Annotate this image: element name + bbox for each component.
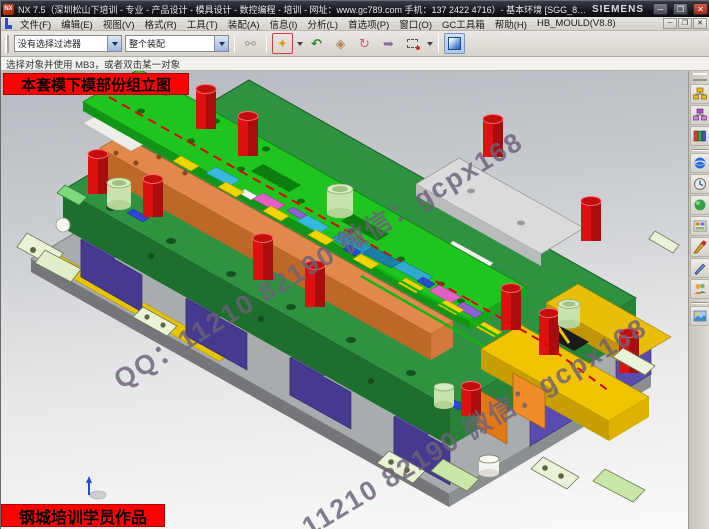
maximize-button[interactable]: ❐ (673, 3, 688, 15)
prompt-text: 选择对象并使用 MB3，或者双击某一对象 (6, 57, 180, 71)
type-filter-dropdown[interactable] (107, 36, 121, 51)
menu-edit[interactable]: 编辑(E) (56, 17, 98, 31)
nx-application-window: NX NX 7.5（深圳松山下培训 - 专业 - 产品设计 - 模具设计 - 数… (0, 0, 709, 529)
history-icon[interactable] (690, 174, 709, 194)
rectangle-select-dropdown-caret[interactable] (427, 42, 433, 46)
menu-analysis[interactable]: 分析(L) (302, 17, 343, 31)
cad-scene[interactable] (1, 71, 688, 529)
assembly-navigator-icon[interactable] (690, 84, 709, 104)
spring (88, 150, 108, 195)
sidebar-separator (692, 302, 708, 304)
resource-bar-grip[interactable] (693, 73, 707, 81)
minimize-button[interactable]: ─ (653, 3, 668, 15)
menu-gc-toolbox[interactable]: GC工具箱 (437, 17, 490, 31)
image-icon[interactable] (690, 306, 709, 326)
pan-view-icon[interactable]: ➥ (378, 33, 399, 54)
menu-tools[interactable]: 工具(T) (182, 17, 223, 31)
find-component-icon[interactable]: ⚯ (240, 33, 261, 54)
graphics-viewport[interactable]: QQ：11210 82190 微信：gcpx168 QQ：11210 82190… (1, 71, 688, 529)
materials-icon[interactable] (690, 237, 709, 257)
menu-format[interactable]: 格式(R) (139, 17, 181, 31)
menu-window[interactable]: 窗口(O) (394, 17, 437, 31)
toolbar-separator (234, 35, 235, 53)
menu-information[interactable]: 信息(I) (265, 17, 303, 31)
nx-app-icon: NX (3, 4, 14, 15)
rectangle-select-icon[interactable] (402, 33, 423, 54)
spring (238, 112, 258, 157)
part-icon (4, 18, 13, 29)
spring (305, 261, 325, 308)
menu-preferences[interactable]: 首选项(P) (343, 17, 394, 31)
type-filter-value: 没有选择过滤器 (15, 37, 84, 50)
selection-scope-combo[interactable]: 整个装配 (125, 35, 229, 52)
part-navigator-icon[interactable] (690, 126, 709, 146)
menu-help[interactable]: 帮助(H) (490, 17, 532, 31)
wcs-triad[interactable] (86, 476, 106, 499)
resource-bar (688, 71, 709, 529)
title-bar: NX NX 7.5（深圳松山下培训 - 专业 - 产品设计 - 模具设计 - 数… (1, 1, 709, 17)
menu-assemblies[interactable]: 装配(A) (223, 17, 265, 31)
child-minimize-button[interactable]: ─ (663, 18, 677, 29)
selection-toolbar: 没有选择过滤器 整个装配 ⚯ ✦ ↶ ◈ ↻ ➥ (1, 31, 709, 57)
prompt-bar: 选择对象并使用 MB3，或者双击某一对象 (1, 57, 709, 71)
system-scenes-icon[interactable] (690, 195, 709, 215)
people-icon[interactable] (690, 279, 709, 299)
spring (483, 115, 503, 158)
selection-scope-value: 整个装配 (126, 37, 168, 50)
rotate-view-icon[interactable]: ↻ (354, 33, 375, 54)
close-button[interactable]: ✕ (693, 3, 708, 15)
shaded-view-icon[interactable] (444, 33, 465, 54)
menu-hb-mould[interactable]: HB_MOULD(V8.8) (532, 18, 621, 29)
menu-view[interactable]: 视图(V) (98, 17, 140, 31)
spring (253, 234, 273, 281)
spring (196, 85, 216, 130)
selection-scope-dropdown[interactable] (214, 36, 228, 51)
spring (461, 382, 481, 417)
constraint-navigator-icon[interactable] (690, 105, 709, 125)
top-annotation-banner: 本套模下模部份组立图 (3, 73, 189, 95)
menu-bar: 文件(F) 编辑(E) 视图(V) 格式(R) 工具(T) 装配(A) 信息(I… (1, 17, 709, 31)
internet-icon[interactable] (690, 153, 709, 173)
bottom-annotation-banner: 钢城培训学员作品 (1, 504, 165, 527)
touch-icon[interactable] (690, 258, 709, 278)
child-restore-button[interactable]: ❐ (678, 18, 692, 29)
spring (143, 175, 163, 218)
toolbar-separator (266, 35, 267, 53)
child-close-button[interactable]: ✕ (693, 18, 707, 29)
toolbar-separator (438, 35, 439, 53)
sidebar-separator (692, 149, 708, 151)
menu-file[interactable]: 文件(F) (15, 17, 56, 31)
snap-point-icon[interactable]: ✦ (272, 33, 293, 54)
toolbar-grip[interactable] (5, 35, 9, 53)
orient-view-icon[interactable]: ◈ (330, 33, 351, 54)
undo-icon[interactable]: ↶ (306, 33, 327, 54)
roles-icon[interactable] (690, 216, 709, 236)
type-filter-combo[interactable]: 没有选择过滤器 (14, 35, 122, 52)
snap-point-dropdown-caret[interactable] (297, 42, 303, 46)
window-title: NX 7.5（深圳松山下培训 - 专业 - 产品设计 - 模具设计 - 数控编程… (18, 3, 588, 16)
siemens-logo: SIEMENS (592, 4, 644, 15)
main-area: QQ：11210 82190 微信：gcpx168 QQ：11210 82190… (1, 71, 709, 529)
spring (581, 197, 601, 242)
